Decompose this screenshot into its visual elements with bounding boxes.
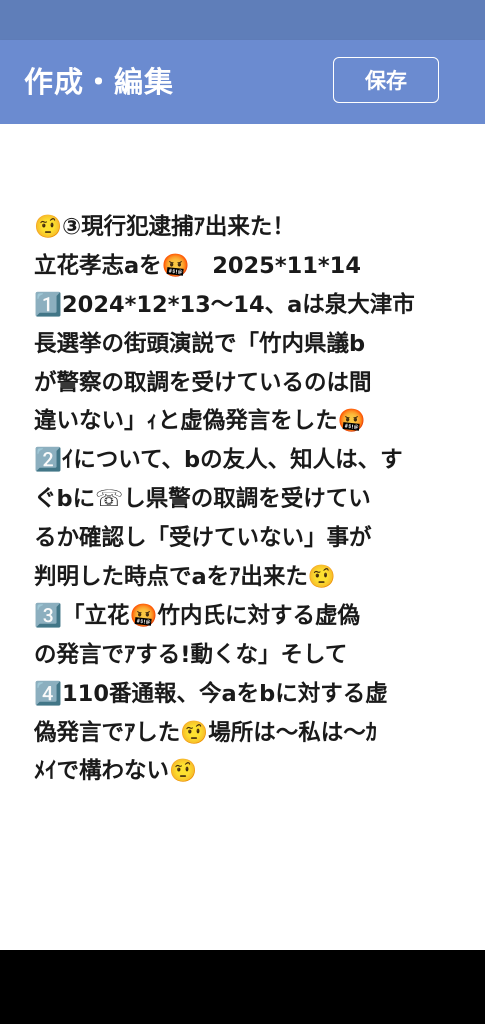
memo-text[interactable]: 🤨③現行犯逮捕ｱ出来た！ 立花孝志aを🤬 2025*11*14 1️⃣2024*… bbox=[34, 208, 454, 791]
memo-line: の発言でｱする!動くな」そして bbox=[34, 641, 348, 668]
memo-line: 2️⃣ｲについて、bの友人、知人は、す bbox=[34, 447, 403, 474]
memo-line: 偽発言でｱした🤨場所は～私は～ｶ bbox=[34, 719, 378, 746]
memo-line: 1️⃣2024*12*13～14、aは泉大津市 bbox=[34, 291, 415, 318]
page-title: 作成・編集 bbox=[24, 65, 175, 99]
memo-line: 4️⃣110番通報、今aをbに対する虚 bbox=[34, 680, 388, 707]
memo-line: るか確認し「受けていない」事が bbox=[34, 525, 372, 552]
memo-line: 違いない」ｨと虚偽発言をした🤬 bbox=[34, 408, 366, 435]
memo-line: 立花孝志aを🤬 2025*11*14 bbox=[34, 252, 361, 279]
memo-line: 🤨③現行犯逮捕ｱ出来た！ bbox=[34, 214, 295, 240]
save-button[interactable]: 保存 bbox=[333, 57, 439, 103]
memo-line: 3️⃣「立花🤬竹内氏に対する虚偽 bbox=[34, 602, 361, 629]
editor-area[interactable]: 🤨③現行犯逮捕ｱ出来た！ 立花孝志aを🤬 2025*11*14 1️⃣2024*… bbox=[0, 124, 485, 950]
navigation-bar bbox=[0, 950, 485, 1024]
memo-line: 長選挙の街頭演説で「竹内県議b bbox=[34, 330, 366, 357]
app-header: 作成・編集 保存 bbox=[0, 40, 485, 124]
memo-line: が警察の取調を受けているのは間 bbox=[34, 369, 372, 396]
memo-line: ぐbに☏し県警の取調を受けてい bbox=[34, 486, 371, 513]
status-bar bbox=[0, 0, 485, 40]
memo-line: ﾒｲで構わない🤨 bbox=[34, 758, 198, 785]
memo-line: 判明した時点でaをｱ出来た🤨 bbox=[34, 564, 336, 591]
